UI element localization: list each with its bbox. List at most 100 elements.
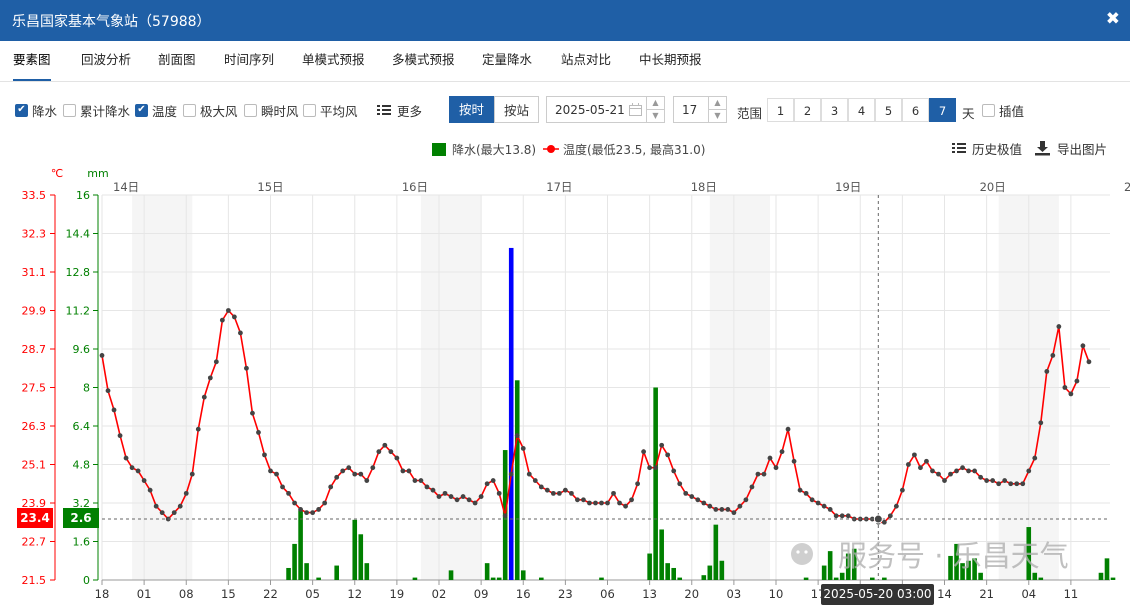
- checkbox-icon[interactable]: [982, 103, 995, 117]
- option-precip[interactable]: ✔ 降水: [15, 101, 57, 119]
- x-tick-label: 08: [179, 587, 194, 601]
- by-time-button[interactable]: 按时: [449, 96, 494, 123]
- temp-point: [286, 490, 291, 496]
- precip-bar: [448, 570, 454, 580]
- precip-tick-label: 0: [83, 574, 90, 587]
- tab-station-compare[interactable]: 站点对比: [561, 41, 611, 79]
- temp-point: [743, 497, 749, 503]
- temp-point: [346, 465, 352, 471]
- more-button[interactable]: 更多: [377, 101, 422, 119]
- option-cumulative-precip[interactable]: 累计降水: [63, 101, 130, 119]
- precip-bar: [659, 529, 664, 580]
- chevron-up-icon[interactable]: ▲: [709, 97, 726, 110]
- temp-point: [352, 471, 358, 477]
- temp-point: [454, 497, 460, 503]
- range-option[interactable]: 3: [821, 98, 848, 122]
- range-option[interactable]: 4: [848, 98, 875, 122]
- temp-point: [954, 468, 959, 474]
- temp-point: [448, 494, 454, 499]
- temp-point: [412, 478, 418, 483]
- range-option[interactable]: 5: [875, 98, 902, 122]
- history-extremes-button[interactable]: 历史极值: [952, 139, 1022, 157]
- hour-field[interactable]: 17 ▲ ▼: [673, 96, 727, 123]
- legend-temp[interactable]: 温度(最低23.5, 最高31.0): [543, 141, 705, 157]
- legend-temp-swatch: [543, 145, 559, 153]
- tab-profile[interactable]: 剖面图: [158, 41, 196, 79]
- temp-point: [791, 458, 797, 464]
- range-unit: 天: [962, 106, 975, 121]
- chevron-down-icon[interactable]: ▼: [647, 110, 664, 122]
- option-temperature[interactable]: ✔ 温度: [135, 101, 177, 119]
- option-average-wind[interactable]: 平均风: [303, 101, 358, 119]
- checkbox-icon[interactable]: [63, 103, 76, 117]
- temp-point: [358, 471, 364, 477]
- temp-point: [845, 513, 851, 519]
- tab-single-model[interactable]: 单模式预报: [302, 41, 365, 79]
- date-spinner[interactable]: ▲ ▼: [646, 97, 664, 122]
- x-tick-label: 21: [979, 587, 994, 601]
- temp-point: [755, 471, 761, 477]
- range-option[interactable]: 2: [794, 98, 821, 122]
- hour-spinner[interactable]: ▲ ▼: [708, 97, 726, 122]
- chevron-down-icon[interactable]: ▼: [709, 110, 726, 122]
- precip-bar: [304, 563, 309, 580]
- temp-point: [815, 500, 821, 506]
- checkbox-icon[interactable]: [183, 103, 196, 117]
- x-tick-label: 13: [642, 587, 657, 601]
- tab-element-chart[interactable]: 要素图: [13, 41, 51, 81]
- x-tick-label: 05: [305, 587, 320, 601]
- legend-precip[interactable]: 降水(最大13.8): [432, 141, 536, 157]
- precip-bar: [1032, 572, 1038, 580]
- precip-bar: [803, 577, 809, 580]
- tab-echo-analysis[interactable]: 回波分析: [81, 41, 131, 79]
- temp-tick-label: 26.3: [22, 420, 47, 433]
- chevron-up-icon[interactable]: ▲: [647, 97, 664, 110]
- export-image-button[interactable]: 导出图片: [1034, 139, 1107, 157]
- option-instant-wind[interactable]: 瞬时风: [244, 101, 299, 119]
- temp-point: [996, 481, 1002, 487]
- precip-tick-label: 12.8: [66, 266, 91, 279]
- temp-point: [1056, 324, 1062, 329]
- temp-point: [231, 314, 237, 320]
- precip-bar: [514, 380, 520, 580]
- temp-point: [695, 497, 701, 503]
- tab-multi-model[interactable]: 多模式预报: [392, 41, 455, 79]
- checkbox-icon[interactable]: [303, 103, 316, 117]
- checkbox-checked-icon[interactable]: ✔: [15, 103, 28, 117]
- temp-point: [803, 490, 809, 496]
- precip-bar: [833, 577, 839, 580]
- temp-point: [611, 490, 616, 496]
- tab-quantitative-precip[interactable]: 定量降水: [482, 41, 532, 79]
- temp-point: [581, 497, 586, 503]
- temp-point: [111, 407, 117, 413]
- date-field[interactable]: 2025-05-21 ▲ ▼: [546, 96, 665, 123]
- x-tick-label: 14: [937, 587, 952, 601]
- tab-bar: 要素图 回波分析 剖面图 时间序列 单模式预报 多模式预报 定量降水 站点对比 …: [0, 41, 1130, 82]
- crosshair-tooltip: 2025-05-20 03:00: [821, 584, 934, 605]
- x-tick-label: 04: [1021, 587, 1036, 601]
- tab-time-series[interactable]: 时间序列: [224, 41, 274, 79]
- temp-point: [195, 426, 201, 432]
- range-option-selected[interactable]: 7: [929, 98, 956, 122]
- option-max-wind[interactable]: 极大风: [183, 101, 238, 119]
- range-option[interactable]: 1: [767, 98, 794, 122]
- temp-point: [707, 503, 713, 509]
- checkbox-checked-icon[interactable]: ✔: [135, 103, 148, 117]
- by-station-button[interactable]: 按站: [494, 96, 539, 123]
- checkbox-icon[interactable]: [244, 103, 257, 117]
- calendar-icon[interactable]: [629, 103, 642, 116]
- range-option[interactable]: 6: [902, 98, 929, 122]
- precip-bar: [520, 570, 526, 580]
- close-icon[interactable]: ✖: [1106, 9, 1120, 29]
- download-icon: [1035, 140, 1050, 155]
- temp-point: [863, 516, 869, 522]
- tab-medium-long[interactable]: 中长期预报: [639, 41, 702, 79]
- temp-point: [869, 516, 875, 522]
- day-shade-band: [709, 195, 770, 580]
- interpolate-option[interactable]: 插值: [982, 101, 1024, 119]
- temp-point: [930, 468, 935, 474]
- precip-bar: [869, 577, 875, 580]
- temp-point: [334, 474, 340, 480]
- precip-bar: [701, 575, 707, 580]
- x-tick-label: 18: [95, 587, 110, 601]
